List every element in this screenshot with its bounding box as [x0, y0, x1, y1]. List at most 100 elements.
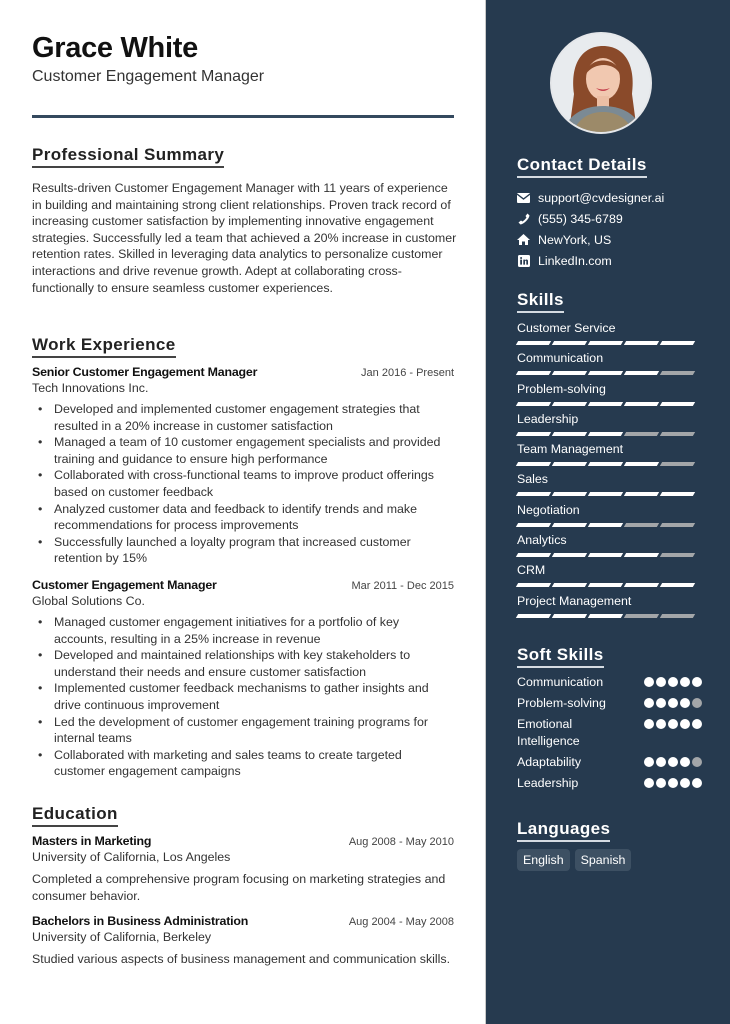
skill-segment-filled [551, 431, 588, 436]
rating-dot-filled [680, 719, 690, 729]
rating-dot-filled [656, 677, 666, 687]
envelope-icon [517, 191, 530, 204]
school-name: University of California, Los Angeles [32, 850, 231, 864]
contact-heading: Contact Details [517, 155, 647, 178]
skill-segment-filled [587, 492, 624, 497]
rating-dot-filled [656, 757, 666, 767]
candidate-name: Grace White [32, 32, 198, 64]
skill-segment-filled [587, 583, 624, 588]
skill-segment-empty [659, 553, 696, 558]
soft-skill-item: Communication [517, 674, 702, 691]
rating-dot-filled [656, 778, 666, 788]
skill-segment-empty [623, 613, 660, 618]
job-bullet: Managed a team of 10 customer engagement… [32, 434, 454, 467]
skill-name: Negotiation [517, 502, 580, 517]
skill-name: Analytics [517, 533, 567, 548]
rating-dot-filled [656, 698, 666, 708]
skill-segment-filled [551, 553, 588, 558]
skill-level-bar [515, 371, 702, 376]
skill-name: Communication [517, 351, 604, 366]
rating-dot-filled [680, 698, 690, 708]
skill-segment-filled [623, 462, 660, 467]
skill-name: Sales [517, 472, 548, 487]
soft-skills-heading: Soft Skills [517, 645, 604, 668]
rating-dot-filled [644, 677, 654, 687]
main-column: Grace White Customer Engagement Manager … [0, 0, 486, 1024]
languages-list: English Spanish [517, 849, 632, 871]
skill-segment-filled [551, 522, 588, 527]
skill-segment-filled [623, 553, 660, 558]
skill-level-bar [515, 553, 702, 558]
job-bullets: Developed and implemented customer engag… [32, 401, 454, 567]
profile-photo [550, 32, 652, 134]
job-bullet: Implemented customer feedback mechanisms… [32, 680, 454, 713]
languages-heading: Languages [517, 819, 611, 842]
experience-heading: Work Experience [32, 335, 176, 358]
linkedin-icon [517, 254, 530, 267]
rating-dot-filled [644, 698, 654, 708]
skill-segment-filled [515, 431, 552, 436]
skill-segment-filled [587, 341, 624, 345]
skills-heading: Skills [517, 290, 564, 313]
skill-segment-filled [515, 371, 552, 376]
skill-level-bar [515, 583, 702, 588]
skill-name: CRM [517, 563, 546, 578]
job-entry: Senior Customer Engagement Manager Jan 2… [32, 365, 454, 567]
skill-segment-filled [515, 341, 552, 345]
skill-segment-filled [659, 583, 696, 588]
school-name: University of California, Berkeley [32, 930, 212, 944]
soft-skill-item: Adaptability [517, 754, 702, 771]
job-company: Tech Innovations Inc. [32, 381, 149, 395]
education-entry: Bachelors in Business Administration Aug… [32, 914, 454, 968]
header-divider [32, 115, 454, 118]
job-entry: Customer Engagement Manager Mar 2011 - D… [32, 578, 454, 780]
job-role: Senior Customer Engagement Manager [32, 365, 258, 379]
soft-skill-item: Leadership [517, 775, 702, 792]
skill-segment-filled [587, 431, 624, 436]
skill-segment-filled [623, 583, 660, 588]
soft-skill-rating [644, 754, 702, 767]
skill-segment-filled [659, 341, 696, 345]
soft-skill-item: Problem-solving [517, 695, 702, 712]
skill-item: Problem-solving [515, 381, 702, 411]
job-bullet: Managed customer engagement initiatives … [32, 614, 454, 647]
skill-segment-empty [659, 522, 696, 527]
skill-segment-filled [551, 341, 588, 345]
degree-name: Masters in Marketing [32, 834, 152, 848]
rating-dot-filled [668, 719, 678, 729]
skill-segment-filled [623, 371, 660, 376]
summary-text: Results-driven Customer Engagement Manag… [32, 181, 457, 295]
contact-linkedin-text: LinkedIn.com [538, 253, 612, 268]
candidate-title: Customer Engagement Manager [32, 68, 265, 85]
summary-heading: Professional Summary [32, 145, 225, 168]
skill-segment-empty [659, 462, 696, 467]
job-bullets: Managed customer engagement initiatives … [32, 614, 454, 780]
skill-level-bar [515, 522, 702, 527]
rating-dot-filled [668, 757, 678, 767]
skill-item: Communication [515, 350, 702, 380]
contact-phone[interactable]: (555) 345-6789 [517, 208, 717, 229]
contact-email[interactable]: support@cvdesigner.ai [517, 187, 717, 208]
rating-dot-filled [644, 719, 654, 729]
job-bullet: Developed and maintained relationships w… [32, 647, 454, 680]
soft-skill-name: Emotional Intelligence [517, 717, 580, 748]
skill-segment-filled [623, 341, 660, 345]
skill-segment-filled [551, 583, 588, 588]
rating-dot-filled [692, 677, 702, 687]
degree-name: Bachelors in Business Administration [32, 914, 249, 928]
job-bullet: Led the development of customer engageme… [32, 714, 454, 747]
skill-segment-filled [587, 553, 624, 558]
contact-linkedin[interactable]: LinkedIn.com [517, 250, 717, 271]
skill-segment-filled [515, 462, 552, 467]
education-heading: Education [32, 804, 118, 827]
soft-skill-rating [644, 695, 702, 708]
skill-name: Team Management [517, 442, 624, 457]
skill-segment-filled [515, 492, 552, 497]
skill-level-bar [515, 613, 702, 618]
soft-skill-name: Communication [517, 675, 604, 689]
soft-skill-rating [644, 674, 702, 687]
rating-dot-filled [680, 677, 690, 687]
job-bullet: Developed and implemented customer engag… [32, 401, 454, 434]
education-dates: Aug 2008 - May 2010 [348, 836, 454, 848]
phone-icon [517, 212, 530, 225]
